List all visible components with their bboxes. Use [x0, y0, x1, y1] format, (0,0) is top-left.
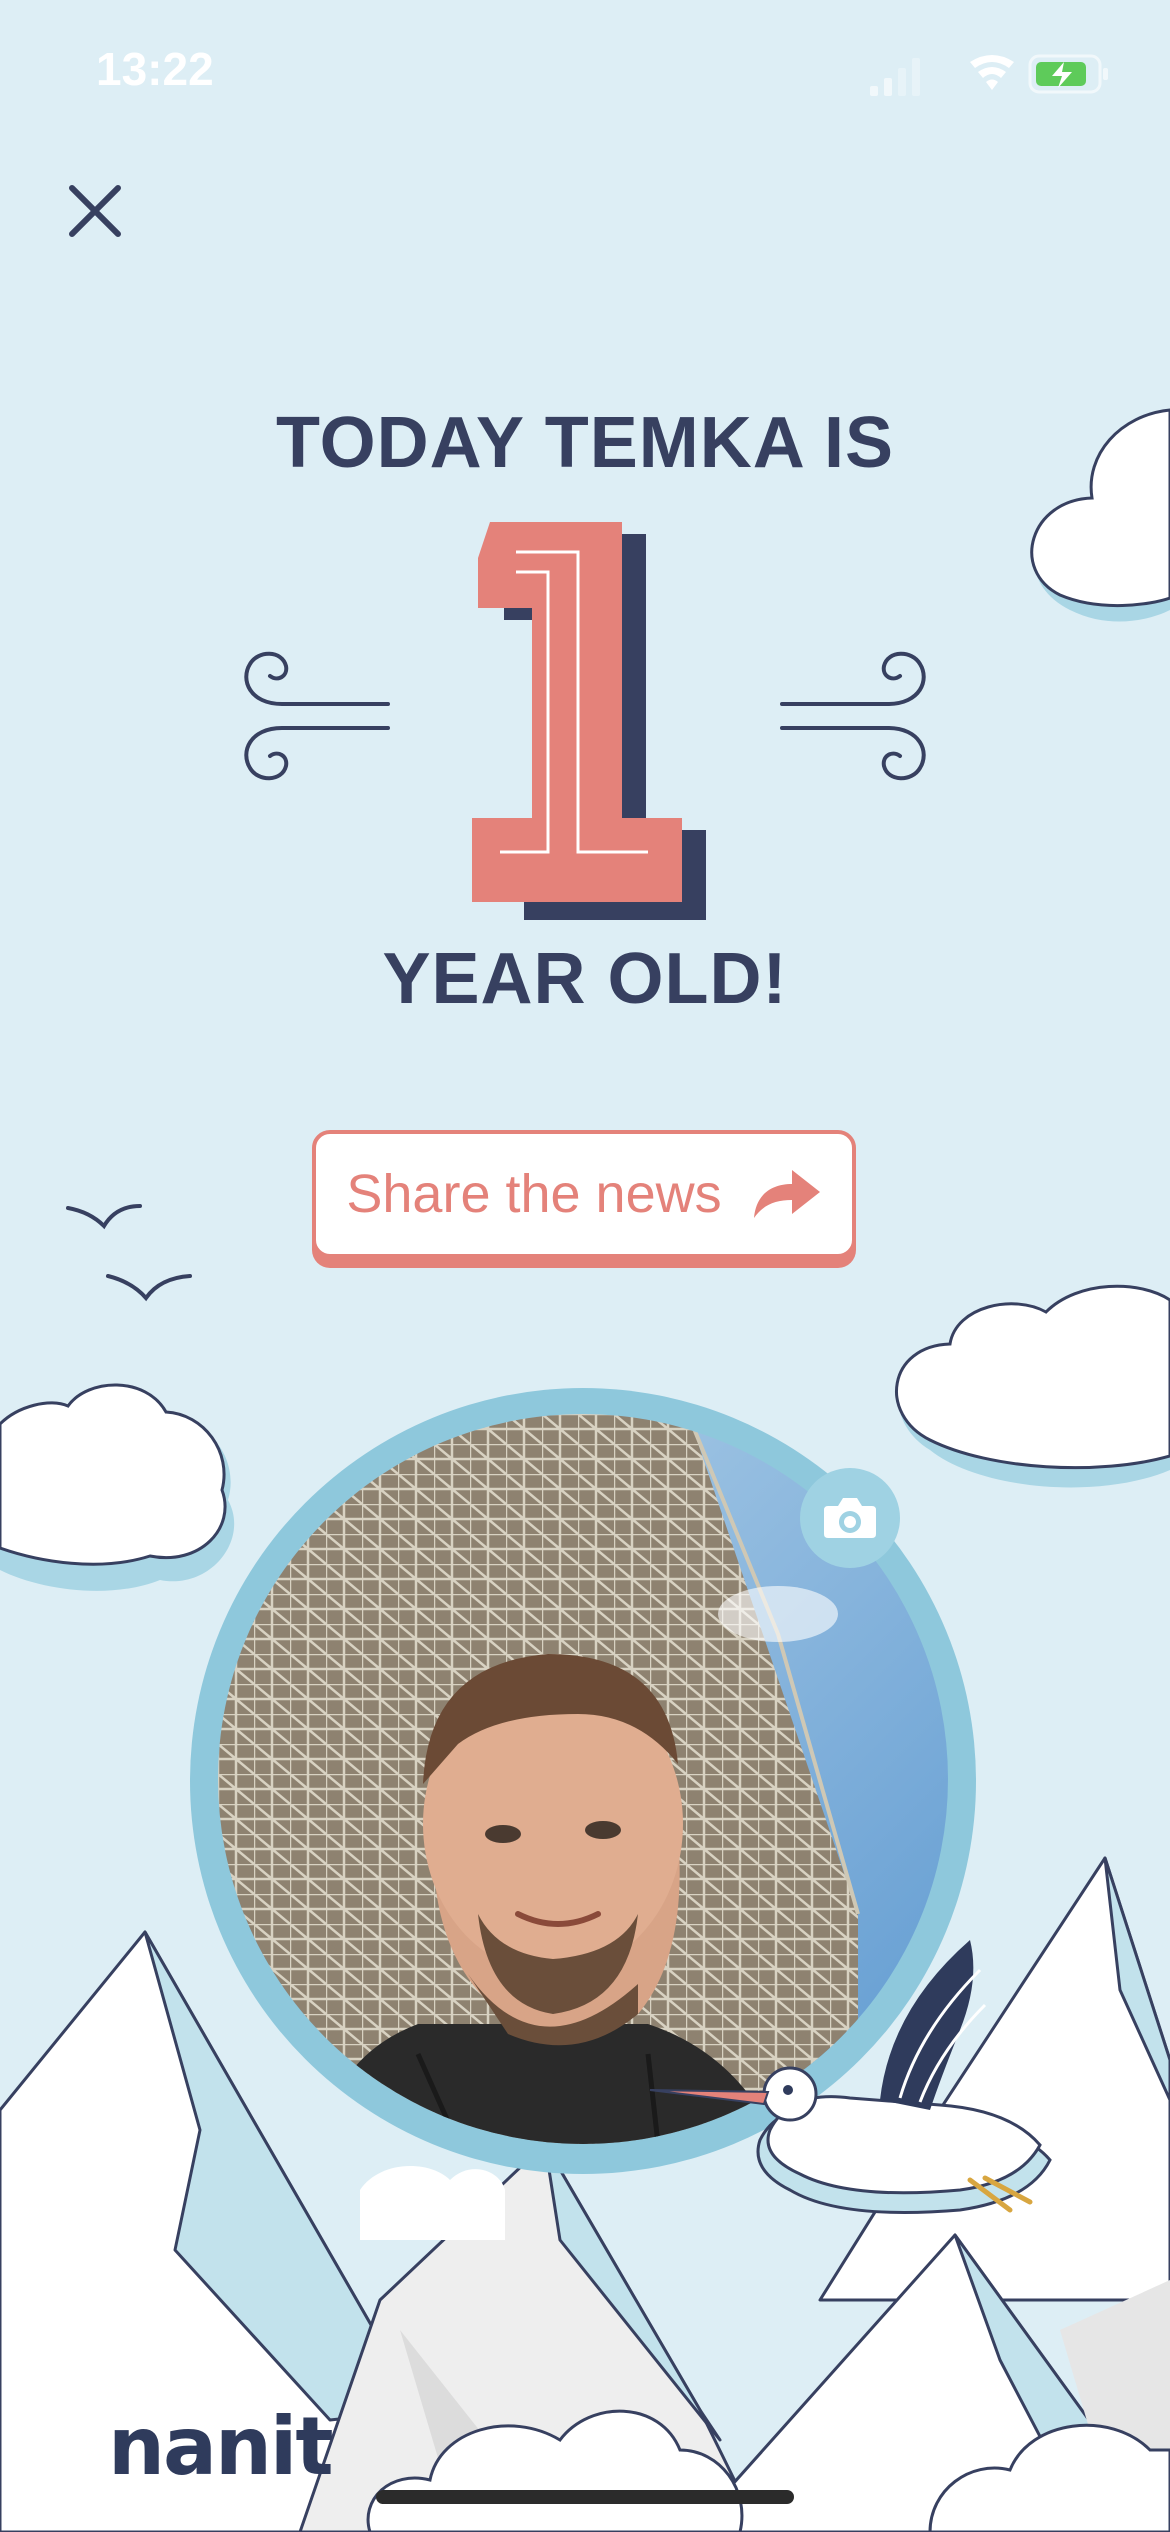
- share-button-label: Share the news: [346, 1164, 722, 1224]
- wifi-icon: [970, 55, 1014, 90]
- cloud-right: [895, 1284, 1170, 1488]
- age-number-graphic: [244, 522, 926, 920]
- milestone-title-top: TODAY TEMKA IS: [275, 403, 895, 483]
- close-icon: [69, 185, 121, 237]
- status-time: 13:22: [96, 43, 214, 95]
- birds-decoration: [66, 1204, 192, 1302]
- brand-logo: nanit: [108, 2400, 334, 2493]
- swirl-right-decoration: [780, 651, 926, 781]
- share-arrow-icon: [753, 1170, 820, 1218]
- home-indicator[interactable]: [376, 2490, 794, 2504]
- status-icons: [870, 54, 1108, 96]
- milestone-title-bottom: YEAR OLD!: [382, 939, 788, 1019]
- cellular-signal-icon: [870, 58, 920, 96]
- stork-illustration: [649, 1940, 1052, 2214]
- status-bar: 13:22: [0, 0, 1170, 140]
- swirl-left-decoration: [244, 651, 390, 781]
- close-button[interactable]: [52, 168, 138, 254]
- battery-charging-icon: [1028, 54, 1108, 94]
- share-news-button[interactable]: Share the news: [312, 1130, 856, 1258]
- age-number: [472, 522, 706, 920]
- change-photo-button[interactable]: [800, 1468, 900, 1568]
- camera-icon: [824, 1498, 876, 1538]
- cloud-left: [0, 1383, 235, 1591]
